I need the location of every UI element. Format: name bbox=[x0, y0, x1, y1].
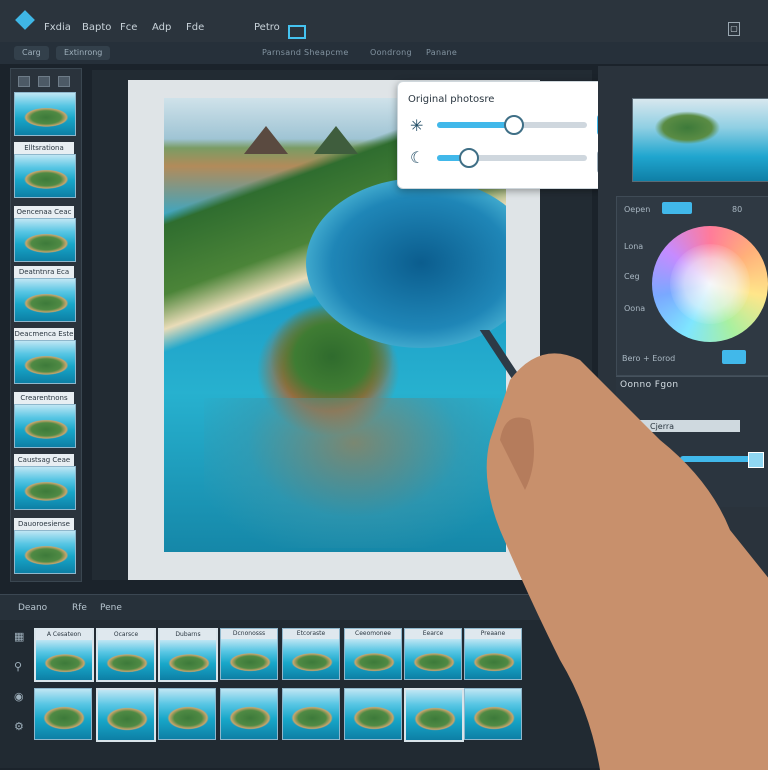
menu-item-1[interactable]: Fxdia bbox=[44, 22, 71, 33]
film-caption: Ceeomonee bbox=[345, 629, 401, 639]
layer-caption-4: Deatntnra Eca bbox=[14, 266, 74, 278]
film-thumb-9[interactable] bbox=[34, 688, 92, 740]
brightness-slider-fill bbox=[437, 122, 512, 128]
color-swatch-active[interactable] bbox=[662, 202, 692, 214]
popup-title: Original photosre bbox=[408, 94, 495, 105]
photo-reef bbox=[204, 398, 504, 548]
film-caption: Dcnonosss bbox=[221, 629, 277, 639]
film-thumb-1[interactable]: A Cesateon bbox=[34, 628, 94, 682]
hand-shape bbox=[486, 353, 768, 770]
navigator-preview[interactable] bbox=[632, 98, 768, 182]
color-header-value: 80 bbox=[732, 205, 743, 214]
layer-lock-icon[interactable] bbox=[58, 76, 70, 87]
menu-item-6[interactable]: Petro bbox=[254, 22, 280, 33]
filmstrip-label-3: Pene bbox=[100, 603, 122, 613]
layer-thumbnail-6[interactable] bbox=[14, 404, 76, 448]
filmstrip-label-1: Deano bbox=[18, 603, 48, 613]
layer-thumbnail-3[interactable] bbox=[14, 218, 76, 262]
photo-mountain-1 bbox=[244, 126, 288, 154]
color-label-1: Lona bbox=[624, 242, 644, 251]
film-thumb-10[interactable] bbox=[96, 688, 156, 742]
film-thumb-4[interactable]: Dcnonosss bbox=[220, 628, 278, 680]
toolbar-label-1: Parnsand Sheapcme bbox=[262, 48, 349, 57]
window-menu-icon[interactable]: ▢ bbox=[728, 22, 740, 36]
filmstrip-settings-icon[interactable]: ⚙ bbox=[14, 720, 24, 733]
layer-thumbnail-7[interactable] bbox=[14, 466, 76, 510]
layer-thumbnail-5[interactable] bbox=[14, 340, 76, 384]
film-thumb-14[interactable] bbox=[344, 688, 402, 740]
layer-caption-2: Elltsrationa bbox=[14, 142, 74, 154]
toolbar-label-3: Panane bbox=[426, 48, 458, 57]
menu-item-4[interactable]: Adp bbox=[152, 22, 171, 33]
selection-tool-button[interactable] bbox=[288, 25, 306, 39]
film-thumb-7[interactable]: Eearce bbox=[404, 628, 462, 680]
color-header-chip: Oepen bbox=[624, 205, 651, 214]
film-thumb-3[interactable]: Dubarns bbox=[158, 628, 218, 682]
film-thumb-12[interactable] bbox=[220, 688, 278, 740]
film-thumb-6[interactable]: Ceeomonee bbox=[344, 628, 402, 680]
film-thumb-2[interactable]: Ocarsce bbox=[96, 628, 156, 682]
contrast-slider-knob[interactable] bbox=[459, 148, 479, 168]
film-thumb-15[interactable] bbox=[404, 688, 464, 742]
film-caption: Etcoraste bbox=[283, 629, 339, 639]
brightness-icon: ✳ bbox=[410, 116, 424, 135]
film-thumb-11[interactable] bbox=[158, 688, 216, 740]
filmstrip-grid-icon[interactable]: ▦ bbox=[14, 630, 24, 643]
film-thumb-5[interactable]: Etcoraste bbox=[282, 628, 340, 680]
color-wheel-center[interactable] bbox=[670, 244, 750, 324]
brightness-slider-knob[interactable] bbox=[504, 115, 524, 135]
film-caption: A Cesateon bbox=[36, 630, 92, 640]
color-label-3: Oona bbox=[624, 304, 646, 313]
contrast-icon: ☾ bbox=[410, 148, 425, 167]
toolbar-button-2[interactable]: Extinrong bbox=[56, 46, 111, 60]
filmstrip-pin-icon[interactable]: ⚲ bbox=[14, 660, 22, 673]
layer-thumbnail-2[interactable] bbox=[14, 154, 76, 198]
layer-thumbnail-4[interactable] bbox=[14, 278, 76, 322]
layer-thumbnail-1[interactable] bbox=[14, 92, 76, 136]
layer-caption-7: Caustsag Ceae bbox=[14, 454, 74, 466]
layer-caption-6: Crearentnons bbox=[14, 392, 74, 404]
layer-thumbnail-8[interactable] bbox=[14, 530, 76, 574]
filmstrip-label-2: Rfe bbox=[72, 603, 87, 613]
photo-bay bbox=[306, 178, 506, 348]
layer-caption-8: Dauoroesiense bbox=[14, 518, 74, 530]
layer-view-icon[interactable] bbox=[18, 76, 30, 87]
menu-item-2[interactable]: Bapto bbox=[82, 22, 111, 33]
film-caption: Eearce bbox=[405, 629, 461, 639]
menu-item-3[interactable]: Fce bbox=[120, 22, 137, 33]
film-caption: Dubarns bbox=[160, 630, 216, 640]
menu-item-5[interactable]: Fde bbox=[186, 22, 204, 33]
layer-caption-5: Deacmenca Este bbox=[14, 328, 74, 340]
layer-grid-icon[interactable] bbox=[38, 76, 50, 87]
menu-bar bbox=[0, 0, 768, 43]
toolbar-label-2: Oondrong bbox=[370, 48, 412, 57]
hand-with-stylus bbox=[479, 330, 768, 770]
color-label-2: Ceg bbox=[624, 272, 640, 281]
layer-caption-3: Oencenaa Ceac bbox=[14, 206, 74, 218]
filmstrip-eye-icon[interactable]: ◉ bbox=[14, 690, 24, 703]
toolbar-button-1[interactable]: Carg bbox=[14, 46, 49, 60]
photo-mountain-2 bbox=[314, 126, 358, 154]
film-thumb-13[interactable] bbox=[282, 688, 340, 740]
film-caption: Ocarsce bbox=[98, 630, 154, 640]
